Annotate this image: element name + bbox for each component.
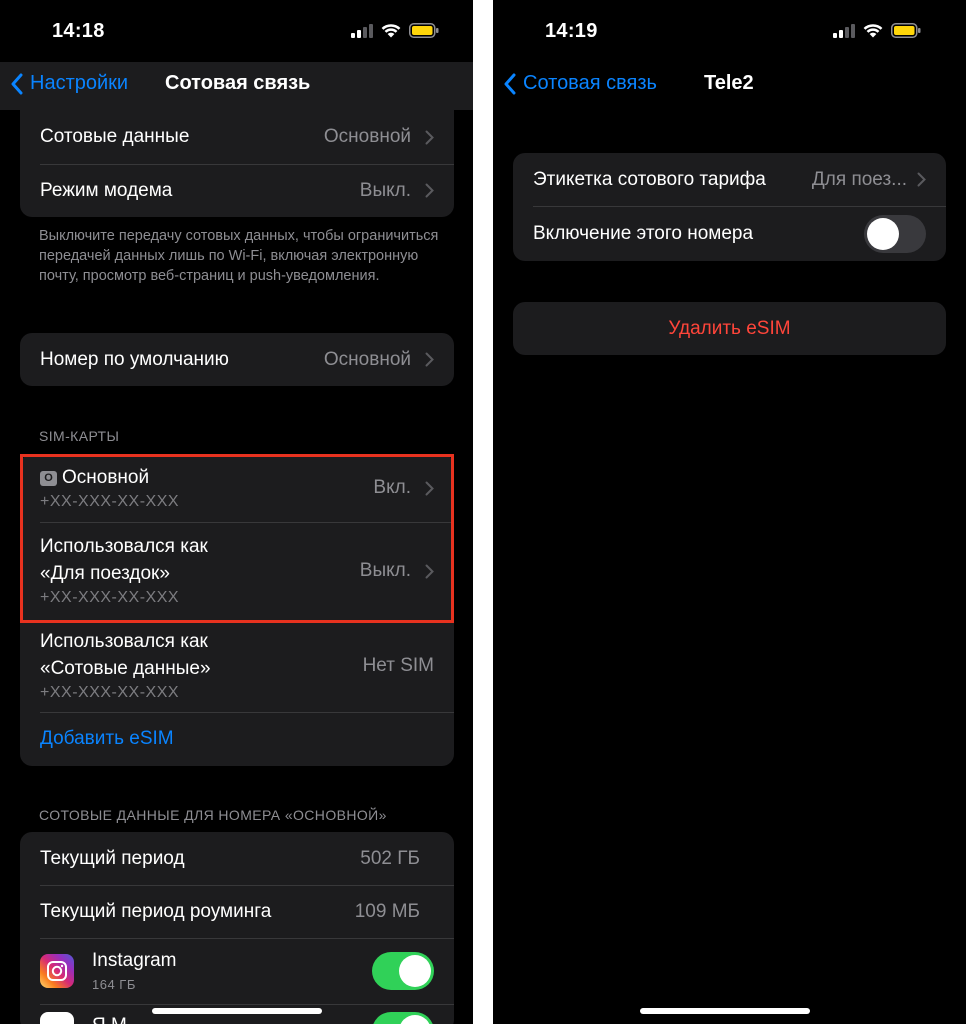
cellular-data-value: Основной [323, 126, 411, 147]
app-toggle[interactable] [372, 1012, 434, 1024]
default-number-row[interactable]: Номер по умолчанию Основной [20, 333, 454, 386]
data-usage-header: СОТОВЫЕ ДАННЫЕ ДЛЯ НОМЕРА «ОСНОВНОЙ» [39, 807, 387, 823]
battery-icon [409, 23, 439, 38]
back-button-label: Настройки [30, 72, 129, 94]
back-button-label: Сотовая связь [523, 72, 657, 94]
chevron-right-icon [917, 172, 926, 187]
roaming-period-label: Текущий период роуминга [40, 900, 272, 922]
sim-number: +XX-XXX-XX-XXX [40, 589, 180, 606]
delete-esim-button[interactable]: Удалить eSIM [513, 302, 946, 355]
sim-title: Основной [62, 466, 150, 488]
status-bar: 14:19 [493, 0, 966, 62]
hotspot-value: Выкл. [359, 179, 411, 201]
sim-row-cellular[interactable]: Использовался как «Сотовые данные» +XX-X… [20, 620, 454, 712]
toggle-knob [867, 217, 899, 250]
cellular-signal-icon [351, 23, 373, 38]
left-screen: 14:18 Настройки Сотовая связь Сотовые да… [0, 0, 473, 1024]
add-esim-link[interactable]: Добавить eSIM [40, 728, 174, 750]
chevron-right-icon [425, 481, 434, 495]
status-time: 14:19 [545, 20, 598, 42]
plan-label: Этикетка сотового тарифа [533, 168, 766, 190]
home-indicator [640, 1008, 810, 1014]
sim-cards-header: SIM-КАРТЫ [39, 428, 120, 444]
app-name: Я.М [92, 1012, 127, 1024]
status-time: 14:18 [52, 20, 105, 42]
toggle-knob [399, 1015, 431, 1024]
nav-bar: Сотовая связь Tele2 [493, 62, 966, 110]
battery-icon [891, 23, 921, 38]
chevron-right-icon [425, 130, 434, 144]
page-title: Tele2 [704, 72, 754, 94]
hotspot-label: Режим модема [40, 179, 173, 201]
page-title: Сотовая связь [165, 72, 311, 94]
sim-badge: O [40, 470, 57, 486]
instagram-toggle[interactable] [372, 952, 434, 990]
sim-title-line1: Использовался как [40, 536, 208, 557]
sim-number: +XX-XXX-XX-XXX [40, 684, 180, 701]
current-period-label: Текущий период [40, 847, 185, 869]
wifi-icon [381, 24, 401, 38]
chevron-right-icon [425, 352, 434, 367]
roaming-period-value: 109 МБ [354, 900, 420, 922]
app-usage: 164 ГБ [92, 976, 136, 992]
cellular-data-footnote: Выключите передачу сотовых данных, чтобы… [39, 228, 439, 284]
app-row-second: Я.М [20, 1004, 454, 1024]
roaming-period-row: Текущий период роуминга 109 МБ [20, 885, 454, 938]
wifi-icon [863, 24, 883, 38]
chevron-right-icon [425, 564, 434, 578]
add-esim-row[interactable]: Добавить eSIM [20, 712, 454, 766]
app-icon [40, 1012, 74, 1024]
instagram-icon [40, 954, 74, 988]
app-name: Instagram [92, 949, 177, 971]
cellular-options-group: Сотовые данные Основной Режим модема Вык… [20, 110, 454, 217]
back-button[interactable]: Сотовая связь [503, 72, 657, 95]
plan-label-row[interactable]: Этикетка сотового тарифа Для поез... [513, 153, 946, 206]
sim-status: Вкл. [373, 477, 411, 498]
right-screen: 14:19 Сотовая связь Tele2 Этикетка сотов… [493, 0, 966, 1024]
status-bar: 14:18 [0, 0, 473, 62]
plan-label-value: Для поез... [811, 168, 907, 190]
chevron-right-icon [425, 183, 434, 198]
current-period-row: Текущий период 502 ГБ [20, 832, 454, 885]
turn-on-line-toggle[interactable] [864, 214, 926, 253]
chevron-left-icon [504, 73, 516, 94]
chevron-left-icon [11, 73, 23, 94]
plan-settings-group: Этикетка сотового тарифа Для поез... Вкл… [513, 153, 946, 261]
app-row-instagram: Instagram 164 ГБ [20, 938, 454, 1004]
sim-title-line2: «Для поездок» [40, 563, 170, 584]
status-icons [351, 23, 439, 38]
cellular-data-label: Сотовые данные [40, 126, 190, 147]
sim-status: Нет SIM [362, 655, 434, 676]
turn-on-line-row: Включение этого номера [513, 206, 946, 261]
data-usage-group: Текущий период 502 ГБ Текущий период роу… [20, 832, 454, 1024]
sim-number: +XX-XXX-XX-XXX [40, 492, 180, 510]
cellular-data-row[interactable]: Сотовые данные Основной [20, 110, 454, 164]
sim-status: Выкл. [359, 560, 411, 581]
sim-row-primary[interactable]: O Основной +XX-XXX-XX-XXX Вкл. [20, 454, 454, 522]
default-number-value: Основной [323, 348, 411, 370]
hotspot-row[interactable]: Режим модема Выкл. [20, 164, 454, 217]
sim-title-line2: «Сотовые данные» [40, 658, 211, 679]
default-number-label: Номер по умолчанию [40, 348, 229, 370]
turn-on-line-label: Включение этого номера [533, 222, 754, 244]
sim-cards-group: O Основной +XX-XXX-XX-XXX Вкл. Использова… [20, 454, 454, 766]
nav-bar: Настройки Сотовая связь [0, 62, 473, 110]
status-icons [833, 23, 921, 38]
back-button[interactable]: Настройки [10, 72, 128, 95]
toggle-knob [399, 955, 431, 987]
home-indicator [152, 1008, 322, 1014]
cellular-signal-icon [833, 23, 855, 38]
current-period-value: 502 ГБ [360, 847, 420, 869]
sim-row-travel[interactable]: Использовался как «Для поездок» +XX-XXX-… [20, 522, 454, 620]
default-number-group: Номер по умолчанию Основной [20, 333, 454, 386]
sim-title-line1: Использовался как [40, 631, 208, 652]
